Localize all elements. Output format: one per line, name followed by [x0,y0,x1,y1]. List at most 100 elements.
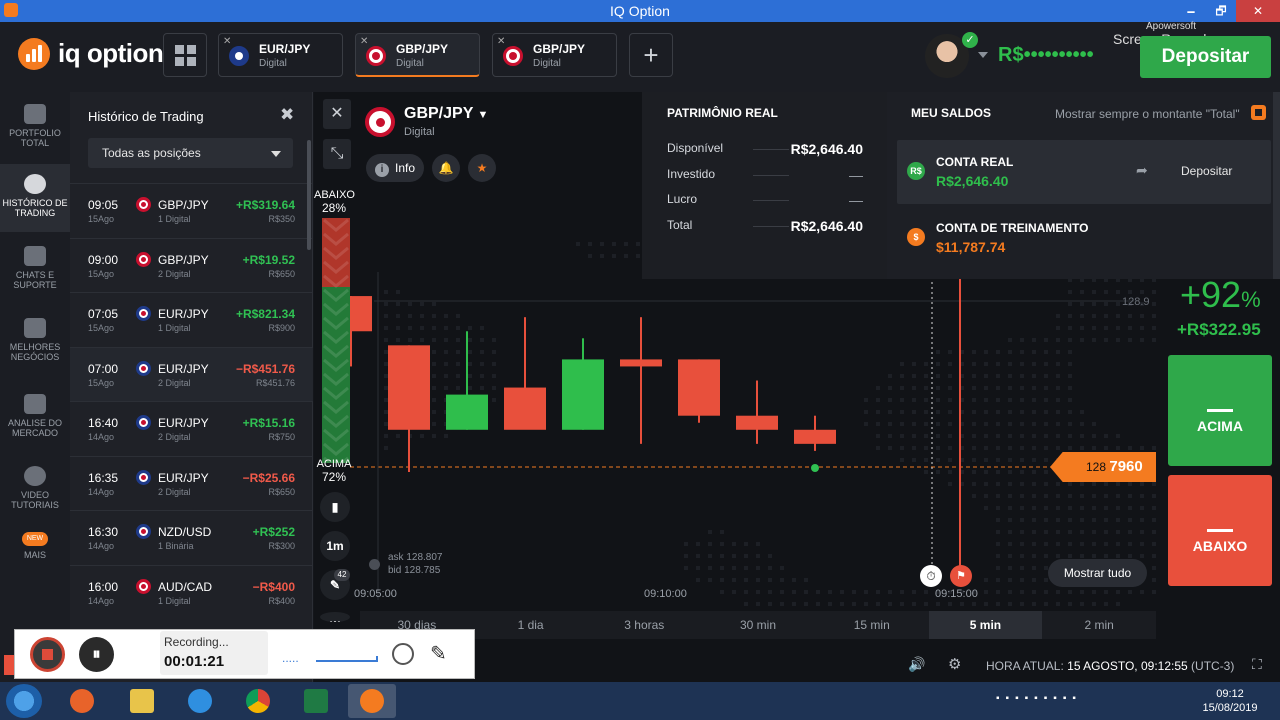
map-dot [1128,482,1132,486]
maximize-button[interactable]: 🗗 [1206,0,1236,22]
stop-recording-button[interactable] [30,637,65,672]
indicators-button[interactable]: ⋯ [320,612,350,622]
history-row[interactable]: 09:05 15Ago GBP/JPY 1 Digital +R$319.64 R$350 [70,183,313,237]
map-dot [1104,554,1108,558]
asset-tab-1[interactable]: ✕ EUR/JPY Digital [218,33,343,77]
real-account-row[interactable]: R$ CONTA REAL R$2,646.40 ➦ Depositar [897,140,1271,204]
show-all-button[interactable]: Mostrar tudo [1048,559,1147,587]
map-dot [732,554,736,558]
chart-type-candle-icon[interactable]: ▮ [320,492,350,522]
iq-option-taskbar-icon[interactable] [348,684,396,718]
fullscreen-icon[interactable]: ⛶ [1252,656,1262,673]
call-up-button[interactable]: ACIMA [1168,355,1272,466]
popover-scrollbar[interactable] [1273,92,1280,279]
map-dot [1008,350,1012,354]
favorite-star-icon[interactable]: ★ [468,154,496,182]
add-tab-button[interactable]: + [629,33,673,77]
firefox-taskbar-icon[interactable] [58,684,106,718]
alert-bell-icon[interactable]: 🔔 [432,154,460,182]
map-dot [1032,410,1036,414]
history-row[interactable]: 09:00 15Ago GBP/JPY 2 Digital +R$19.52 R$650 [70,237,313,292]
webcam-icon[interactable] [392,643,414,665]
asset-tab-2[interactable]: ✕ GBP/JPY Digital [355,33,480,77]
period-option[interactable]: 2 min [1042,611,1156,639]
map-dot [1104,434,1108,438]
map-dot [1056,374,1060,378]
history-row[interactable]: 16:00 14Ago AUD/CAD 1 Digital −R$400 R$400 [70,564,313,619]
grid-layout-button[interactable] [163,33,207,77]
close-tab-icon[interactable]: ✕ [497,36,505,47]
history-row[interactable]: 16:40 14Ago EUR/JPY 2 Digital +R$15.16 R$750 [70,401,313,455]
close-tab-icon[interactable]: ✕ [360,36,368,47]
map-dot [1152,590,1156,594]
map-dot [972,410,976,414]
leader-line [753,225,789,227]
close-button[interactable]: ✕ [1236,0,1280,22]
map-dot [900,602,904,606]
sidebar-item-history[interactable]: HISTÓRICO DE TRADING [0,164,70,232]
sidebar-item-video-tutorials[interactable]: VIDEO TUTORIAIS [0,466,70,522]
map-dot [1056,362,1060,366]
timeframe-button[interactable]: 1m [320,531,350,561]
history-row[interactable]: 07:05 15Ago EUR/JPY 1 Digital +R$821.34 R$900 [70,292,313,346]
demo-account-row[interactable]: $ CONTA DE TREINAMENTO $11,787.74 [897,206,1271,270]
close-chart-button[interactable]: ✕ [323,99,351,129]
tab-asset-type: Digital [533,58,561,69]
file-explorer-taskbar-icon[interactable] [118,684,166,718]
period-option[interactable]: 1 dia [474,611,588,639]
candle-body [446,394,488,430]
asset-tab-3[interactable]: ✕ GBP/JPY Digital [492,33,617,77]
avatar-chevron-down-icon[interactable] [978,52,988,58]
close-history-button[interactable]: ✖ [280,105,294,125]
real-deposit-link[interactable]: Depositar [1181,164,1232,178]
sidebar-item-best-deals[interactable]: MELHORES NEGÓCIOS [0,318,70,374]
period-option[interactable]: 30 min [701,611,815,639]
deposit-button[interactable]: Depositar [1140,36,1271,78]
balance-display[interactable]: R$•••••••••• [998,44,1094,67]
sidebar-item-chat[interactable]: CHATS E SUPORTE [0,246,70,302]
history-row[interactable]: 16:30 14Ago NZD/USD 1 Binária +R$252 R$300 [70,510,313,564]
map-dot [420,314,424,318]
history-row[interactable]: 07:00 15Ago EUR/JPY 2 Digital −R$451.76 R$451… [70,346,313,401]
start-button[interactable] [6,684,42,718]
collapse-arrows-icon[interactable]: ⤡ [323,139,351,169]
always-show-total-label: Mostrar sempre o montante "Total" [1055,107,1240,121]
system-tray-icons[interactable]: ▪▪▪▪▪▪▪▪▪ [996,693,1082,704]
sidebar-item-portfolio[interactable]: PORTFOLIO TOTAL [0,100,70,160]
help-icon[interactable] [369,559,380,570]
chrome-taskbar-icon[interactable] [234,684,282,718]
pause-recording-button[interactable]: ⏸ [79,637,114,672]
map-dot [1068,542,1072,546]
volume-slider[interactable] [316,656,378,662]
map-dot [720,542,724,546]
map-dot [468,338,472,342]
map-dot [384,434,388,438]
history-clock-icon [24,174,46,194]
history-scrollbar[interactable] [307,140,311,250]
map-dot [864,422,868,426]
time-value: 15 AGOSTO, 09:12:55 [1067,659,1188,673]
sidebar-item-market-analysis[interactable]: ANALISE DO MERCADO [0,394,70,450]
annotate-pencil-icon[interactable]: ✎ [430,641,447,666]
asset-selector[interactable]: GBP/JPY ▼ [404,105,488,123]
map-dot [1056,434,1060,438]
history-row[interactable]: 16:35 14Ago EUR/JPY 2 Digital −R$25.66 R$650 [70,455,313,510]
period-option[interactable]: 3 horas [587,611,701,639]
taskbar-clock[interactable]: 09:12 15/08/2019 [1200,687,1260,715]
period-option-selected[interactable]: 5 min [928,611,1043,639]
info-button[interactable]: i Info [366,154,424,182]
sidebar-item-more[interactable]: NEW MAIS [0,532,70,582]
sound-icon[interactable]: 🔊 [908,656,926,672]
settings-gear-icon[interactable]: ⚙ [948,655,966,673]
map-dot [924,470,928,474]
minimize-button[interactable]: 🗕 [1176,0,1206,22]
period-option[interactable]: 15 min [815,611,929,639]
sentiment-down: ABAIXO 28% [314,189,355,216]
always-show-total-checkbox[interactable] [1251,105,1266,120]
map-dot [1044,422,1048,426]
positions-filter-select[interactable]: Todas as posições [88,138,293,168]
close-tab-icon[interactable]: ✕ [223,36,231,47]
excel-taskbar-icon[interactable] [292,684,340,718]
internet-explorer-taskbar-icon[interactable] [176,684,224,718]
put-down-button[interactable]: ABAIXO [1168,475,1272,586]
